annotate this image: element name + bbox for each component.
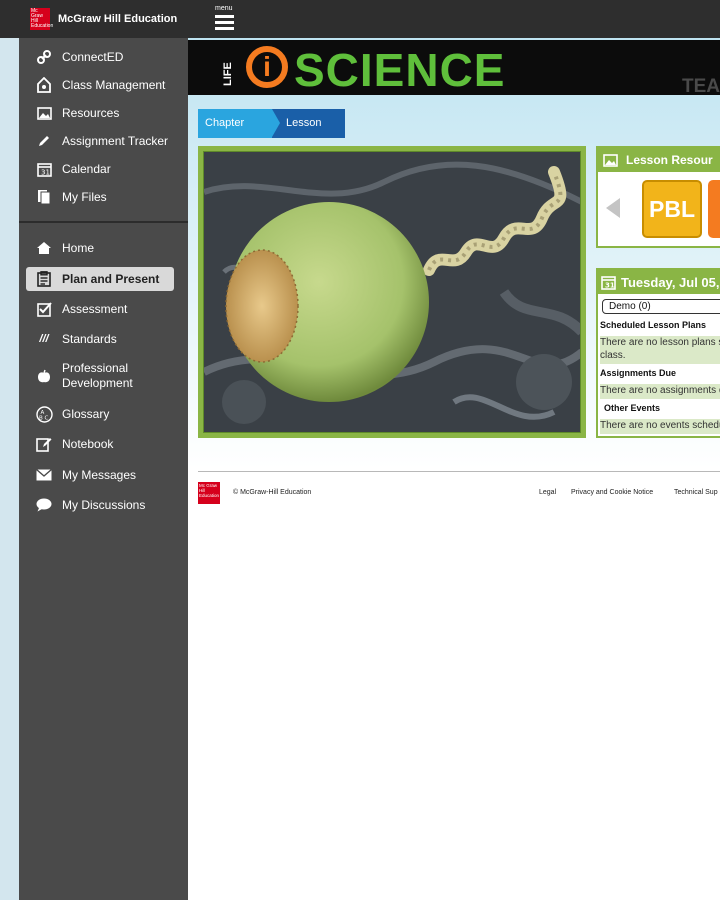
sidebar-item-label: My Messages [62, 468, 137, 482]
link-icon [34, 48, 54, 66]
scheduled-heading: Scheduled Lesson Plans [600, 320, 707, 330]
apple-icon [34, 367, 54, 385]
menu-label: menu [215, 5, 233, 12]
brand-name: McGraw Hill Education [58, 13, 178, 25]
carousel-prev-button[interactable] [606, 198, 620, 218]
sidebar-item-label: Glossary [62, 407, 110, 421]
footer-support-link[interactable]: Technical Sup [674, 489, 718, 496]
assignments-message: There are no assignments d [600, 384, 720, 399]
footer-divider [198, 471, 720, 472]
banner-teacher-text: TEA [682, 76, 720, 95]
banner-life-text: LIFE [222, 62, 234, 86]
sidebar-item-plan-and-present[interactable]: Plan and Present [26, 267, 174, 291]
breadcrumb-chapter[interactable]: Chapter 2:... [198, 109, 280, 158]
abc-icon: AB C [34, 405, 54, 423]
next-resource-tile[interactable] [708, 180, 720, 238]
left-edge-strip [0, 38, 19, 900]
sidebar: ConnectED Class Management Resources Ass… [19, 38, 188, 900]
svg-text:B C: B C [39, 415, 49, 421]
sidebar-item-label: Resources [62, 106, 120, 120]
sidebar-item-label: Notebook [62, 437, 114, 451]
footer-copyright: © McGraw-Hill Education [233, 489, 312, 496]
notebook-icon [34, 435, 54, 453]
pbl-resource-tile[interactable]: PBL [642, 180, 702, 238]
home-icon [34, 239, 54, 257]
banner-science-text: SCIENCE [294, 44, 506, 95]
clipboard-icon [34, 270, 54, 288]
class-select[interactable]: Demo (0) [602, 299, 720, 314]
lesson-hero-image[interactable] [198, 146, 586, 438]
sidebar-item-label: My Files [62, 190, 107, 204]
life-science-banner: LIFE i SCIENCE TEA [188, 40, 720, 95]
calendar-header: 31 Tuesday, Jul 05, [598, 270, 720, 294]
sidebar-item-label: My Discussions [62, 498, 146, 512]
sidebar-item-my-messages[interactable]: My Messages [26, 466, 174, 484]
assignments-heading: Assignments Due [600, 368, 677, 378]
events-heading: Other Events [604, 403, 661, 413]
envelope-icon [34, 466, 54, 484]
footer: Mc Graw Hill Education © McGraw-Hill Edu… [198, 481, 720, 505]
sidebar-item-label: Standards [62, 332, 117, 346]
lesson-resources-title: Lesson Resour [626, 153, 713, 167]
sidebar-item-label: Home [62, 241, 95, 255]
sidebar-item-class-management[interactable]: Class Management [26, 76, 174, 94]
events-message: There are no events schedu [600, 419, 720, 434]
sidebar-item-label: Assessment [62, 302, 128, 316]
hamburger-icon [215, 15, 234, 18]
lesson-resources-header: Lesson Resour [598, 148, 720, 172]
sidebar-item-label: ConnectED [62, 50, 124, 64]
scheduled-lessons-message: There are no lesson plans s class. [600, 336, 720, 364]
calendar-icon: 31 [601, 275, 616, 290]
sidebar-item-label: Plan and Present [62, 272, 160, 286]
menu-button[interactable]: menu [213, 5, 237, 33]
calendar-panel: 31 Tuesday, Jul 05, Demo (0) Scheduled L… [596, 268, 720, 438]
sidebar-item-home[interactable]: Home [26, 239, 174, 257]
scheduled-text-line-1: There are no lesson plans s [600, 337, 720, 348]
calendar-date-title: Tuesday, Jul 05, [621, 274, 720, 290]
sidebar-item-glossary[interactable]: AB C Glossary [26, 405, 174, 423]
banner-i-logo: i [246, 46, 288, 88]
footer-legal-link[interactable]: Legal [539, 489, 556, 496]
hamburger-icon-bar [215, 21, 234, 24]
slashes-icon: /// [39, 333, 49, 345]
sidebar-item-notebook[interactable]: Notebook [26, 435, 174, 453]
checkbox-icon [34, 300, 54, 318]
sidebar-item-assignment-tracker[interactable]: Assignment Tracker [26, 132, 174, 150]
scheduled-text-line-2: class. [600, 350, 626, 361]
sidebar-item-my-discussions[interactable]: My Discussions [26, 496, 174, 514]
hamburger-icon-bar [215, 27, 234, 30]
files-icon [34, 188, 54, 206]
top-bar: Mc Graw Hill Education McGraw Hill Educa… [0, 0, 720, 38]
microscope-image [203, 151, 581, 433]
sidebar-item-label: Calendar [62, 162, 111, 176]
brand[interactable]: Mc Graw Hill Education McGraw Hill Educa… [30, 8, 177, 30]
sidebar-item-connected[interactable]: ConnectED [26, 48, 174, 66]
sidebar-item-label: Assignment Tracker [62, 134, 169, 148]
sidebar-item-standards[interactable]: /// Standards [26, 330, 174, 348]
image-icon [603, 153, 618, 167]
sidebar-item-label: Professional Development [62, 361, 133, 390]
calendar-icon: 31 [34, 160, 54, 178]
sidebar-divider [19, 221, 188, 223]
footer-logo: Mc Graw Hill Education [198, 482, 220, 504]
footer-privacy-link[interactable]: Privacy and Cookie Notice [571, 489, 653, 496]
mcgraw-hill-logo: Mc Graw Hill Education [30, 8, 54, 30]
svg-text:31: 31 [605, 281, 615, 289]
sidebar-item-my-files[interactable]: My Files [26, 188, 174, 206]
breadcrumb-lesson[interactable]: Lesson 2:...▶ [272, 109, 345, 158]
sidebar-item-professional-development[interactable]: Professional Development [26, 360, 174, 392]
speech-bubble-icon [34, 496, 54, 514]
lesson-resources-panel: Lesson Resour PBL [596, 146, 720, 248]
sidebar-item-label: Class Management [62, 78, 166, 92]
svg-text:31: 31 [41, 168, 50, 176]
sidebar-item-calendar[interactable]: 31 Calendar [26, 160, 174, 178]
sidebar-item-assessment[interactable]: Assessment [26, 300, 174, 318]
pencil-icon [34, 132, 54, 150]
breadcrumb: Chapter 2:... Lesson 2:...▶ [198, 109, 345, 158]
image-icon [34, 104, 54, 122]
sidebar-item-resources[interactable]: Resources [26, 104, 174, 122]
class-house-icon [34, 76, 54, 94]
